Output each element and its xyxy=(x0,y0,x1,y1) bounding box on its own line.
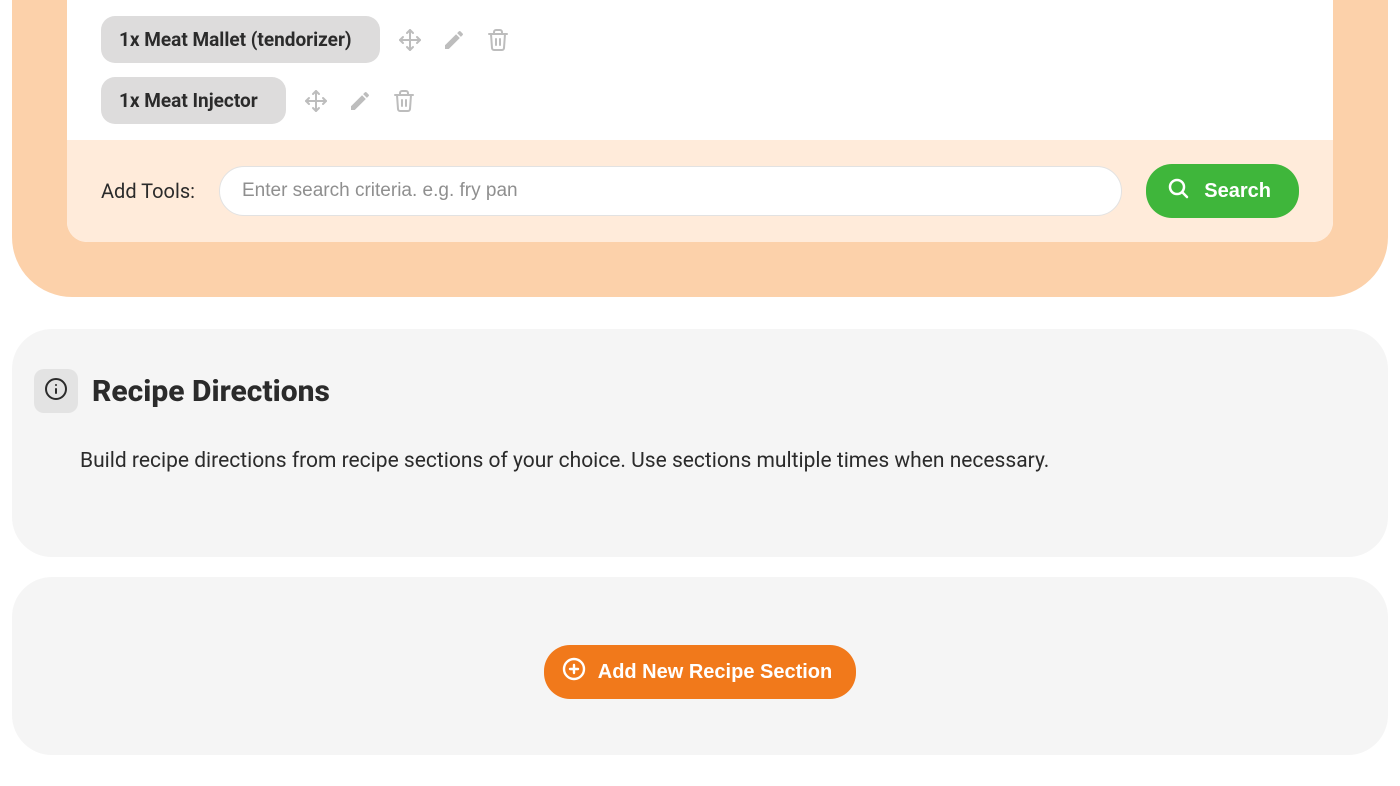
plus-circle-icon xyxy=(562,657,586,687)
tool-label: 1x Meat Mallet (tendorizer) xyxy=(119,28,352,51)
tools-section-outer: 1x Meat Mallet (tendorizer) 1x Meat xyxy=(12,0,1388,297)
directions-title: Recipe Directions xyxy=(92,374,330,409)
delete-icon[interactable] xyxy=(390,87,418,115)
search-icon xyxy=(1166,176,1190,206)
info-button[interactable] xyxy=(34,369,78,413)
tool-search-button[interactable]: Search xyxy=(1146,164,1299,218)
add-section-label: Add New Recipe Section xyxy=(598,661,833,684)
info-icon xyxy=(44,377,68,405)
edit-icon[interactable] xyxy=(346,87,374,115)
tool-chip[interactable]: 1x Meat Injector xyxy=(101,77,286,124)
tool-chip[interactable]: 1x Meat Mallet (tendorizer) xyxy=(101,16,380,63)
directions-description: Build recipe directions from recipe sect… xyxy=(80,449,1342,473)
tool-label: 1x Meat Injector xyxy=(119,89,258,112)
tools-list: 1x Meat Mallet (tendorizer) 1x Meat xyxy=(67,0,1333,140)
directions-header: Recipe Directions xyxy=(34,369,1342,413)
search-button-label: Search xyxy=(1204,180,1271,203)
add-section-card: Add New Recipe Section xyxy=(12,577,1388,755)
add-tools-bar: Add Tools: Search xyxy=(67,140,1333,242)
edit-icon[interactable] xyxy=(440,26,468,54)
directions-card: Recipe Directions Build recipe direction… xyxy=(12,329,1388,557)
add-recipe-section-button[interactable]: Add New Recipe Section xyxy=(544,645,857,699)
move-icon[interactable] xyxy=(396,26,424,54)
delete-icon[interactable] xyxy=(484,26,512,54)
tools-card: 1x Meat Mallet (tendorizer) 1x Meat xyxy=(67,0,1333,242)
tool-search-input[interactable] xyxy=(219,166,1122,216)
move-icon[interactable] xyxy=(302,87,330,115)
tool-row: 1x Meat Injector xyxy=(101,77,1299,124)
add-tools-label: Add Tools: xyxy=(101,179,195,203)
tool-row: 1x Meat Mallet (tendorizer) xyxy=(101,16,1299,63)
